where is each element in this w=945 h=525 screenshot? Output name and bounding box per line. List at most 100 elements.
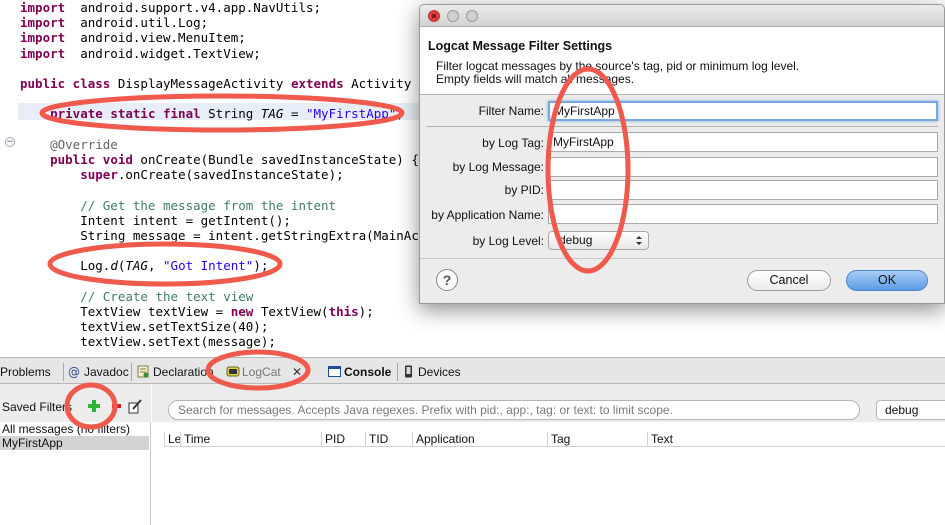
code-token: TextView textView = <box>20 304 231 319</box>
cancel-button[interactable]: Cancel <box>747 270 831 291</box>
code-token: = <box>283 106 306 122</box>
code-token: @Override <box>20 136 118 152</box>
code-line: import android.util.Log; <box>20 15 208 30</box>
column-time[interactable]: Time <box>180 432 321 447</box>
tab-console[interactable]: Console <box>328 362 391 382</box>
filter-item-all-messages[interactable]: All messages (no filters) <box>0 422 149 436</box>
column-application[interactable]: Application <box>412 432 547 447</box>
code-token: String <box>200 106 261 122</box>
code-token: android.util.Log; <box>65 15 209 31</box>
tab-label: Console <box>344 365 392 379</box>
code-token: import <box>20 45 66 61</box>
filter-item-myfirstapp[interactable]: MyFirstApp <box>0 436 149 450</box>
saved-filters-label: Saved Filters <box>2 400 73 414</box>
fold-marker-icon[interactable]: − <box>5 137 15 147</box>
zoom-window-icon[interactable] <box>466 10 478 22</box>
view-tab-bar: Problems @ Javadoc Declaration LogCat ✕ … <box>0 357 945 384</box>
column-level[interactable]: Level <box>164 432 180 447</box>
code-token: import <box>20 15 66 31</box>
tab-label: Devices <box>418 365 461 379</box>
code-line: public void onCreate(Bundle savedInstanc… <box>20 152 419 167</box>
code-token: public class <box>20 76 111 91</box>
log-message-field[interactable] <box>548 157 938 177</box>
tab-logcat[interactable]: LogCat ✕ <box>226 362 302 382</box>
code-line: // Get the message from the intent <box>20 198 336 213</box>
dialog-description: Filter logcat messages by the source's t… <box>436 59 800 73</box>
code-token: Intent intent = getIntent(); <box>20 212 291 228</box>
code-line: textView.setTextSize(40); <box>20 319 268 334</box>
tab-label: Declaration <box>153 365 214 379</box>
code-line: textView.setText(message); <box>20 334 276 349</box>
log-message-label: by Log Message: <box>452 160 544 174</box>
code-token: TAG <box>125 258 148 274</box>
tab-divider <box>63 363 64 381</box>
tab-declaration[interactable]: Declaration <box>137 362 214 382</box>
dialog-divider <box>426 126 938 127</box>
close-icon[interactable]: ✕ <box>292 365 302 379</box>
add-filter-icon[interactable] <box>86 398 102 414</box>
log-tag-label: by Log Tag: <box>482 136 544 150</box>
pid-label: by PID: <box>504 183 544 197</box>
log-level-select[interactable]: debug <box>876 400 945 420</box>
code-line: Log.d(TAG, "Got Intent"); <box>20 258 268 273</box>
pid-field[interactable] <box>548 180 938 200</box>
saved-filters-toolbar: Saved Filters <box>0 384 151 422</box>
close-window-icon[interactable] <box>428 10 440 22</box>
code-token: this <box>328 304 359 319</box>
code-token: // Create the text view <box>20 288 254 304</box>
code-line: Intent intent = getIntent(); <box>20 213 291 228</box>
devices-icon <box>402 364 415 378</box>
code-token: Activity { <box>343 76 427 91</box>
help-icon[interactable]: ? <box>436 269 458 291</box>
log-search-toolbar: debug <box>152 384 945 422</box>
logcat-filter-dialog: Logcat Message Filter Settings Filter lo… <box>419 4 945 304</box>
tab-label: Problems <box>0 365 51 379</box>
code-token: textView.setText(message); <box>20 334 276 350</box>
log-level-dropdown[interactable]: debug <box>548 231 649 250</box>
code-token: public void <box>50 152 133 167</box>
code-token: DisplayMessageActivity <box>110 76 291 91</box>
code-line: String message = intent.getStringExtra(M… <box>20 228 449 243</box>
tab-javadoc[interactable]: @ Javadoc <box>68 362 129 382</box>
code-token: "MyFirstApp" <box>306 106 397 122</box>
code-token: android.view.MenuItem; <box>65 30 246 46</box>
edit-filter-icon[interactable] <box>127 398 143 414</box>
logcat-icon <box>226 364 240 377</box>
ok-button[interactable]: OK <box>846 270 928 291</box>
dialog-description: Empty fields will match all messages. <box>436 72 635 86</box>
code-line: TextView textView = new TextView(this); <box>20 304 374 319</box>
remove-filter-icon[interactable] <box>109 398 125 414</box>
code-token: extends <box>290 76 344 91</box>
javadoc-icon: @ <box>68 364 81 379</box>
minimize-window-icon[interactable] <box>447 10 459 22</box>
code-token: ); <box>253 258 269 274</box>
tab-divider <box>131 363 132 381</box>
log-search-input[interactable] <box>168 400 860 420</box>
stepper-arrows-icon <box>635 232 643 254</box>
tab-devices[interactable]: Devices <box>402 362 461 382</box>
logcat-view: Saved Filters All messages (no filters) … <box>0 384 945 525</box>
editor-gutter: − <box>0 0 18 350</box>
code-line: public class DisplayMessageActivity exte… <box>20 76 426 91</box>
code-token: android.support.v4.app.NavUtils; <box>65 0 322 15</box>
app-name-field[interactable] <box>548 204 938 224</box>
code-line: // Create the text view <box>20 289 253 304</box>
log-tag-field[interactable] <box>548 132 938 152</box>
filter-name-field[interactable] <box>548 101 938 121</box>
column-tid[interactable]: TID <box>365 432 412 447</box>
code-token: Log. <box>20 258 111 274</box>
column-tag[interactable]: Tag <box>547 432 647 447</box>
code-token: "Got Intent" <box>163 258 254 274</box>
dialog-titlebar[interactable] <box>420 5 944 27</box>
code-token: super <box>80 167 118 183</box>
log-level-label: by Log Level: <box>472 234 544 248</box>
tab-problems[interactable]: Problems <box>0 362 51 382</box>
column-text[interactable]: Text <box>647 432 945 447</box>
declaration-icon <box>137 364 150 378</box>
tab-label: Javadoc <box>84 365 129 379</box>
code-token: .onCreate(savedInstanceState); <box>117 167 344 183</box>
column-pid[interactable]: PID <box>321 432 365 447</box>
